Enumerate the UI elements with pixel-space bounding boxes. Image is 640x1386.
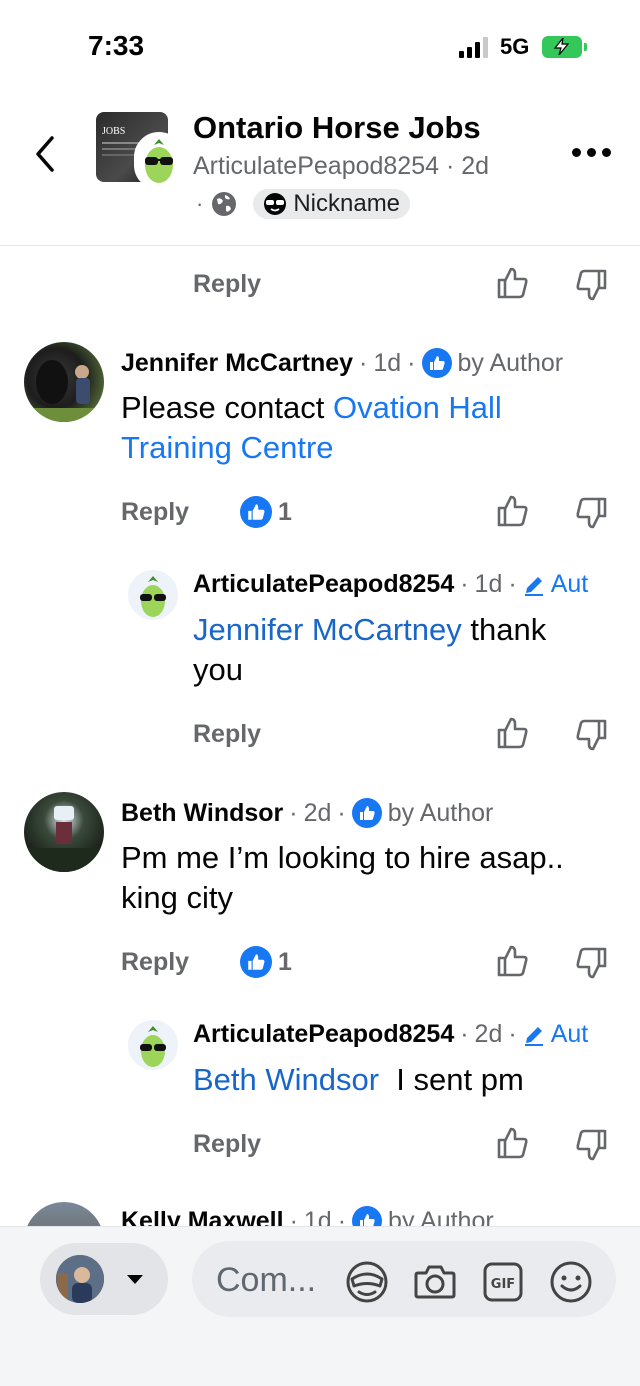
globe-icon: [212, 192, 237, 216]
comment-composer: Com... GIF: [0, 1226, 640, 1386]
upvote-icon[interactable]: [495, 716, 529, 750]
meta-separator: ·: [196, 191, 204, 216]
author-label: Aut: [550, 570, 589, 598]
post-meta-line-2: · Nickname: [196, 188, 411, 220]
signal-strength-icon: [459, 36, 491, 58]
downvote-icon[interactable]: [575, 1128, 609, 1162]
status-bar: 7:33 5G: [0, 0, 640, 96]
commenter-name[interactable]: Beth Windsor: [121, 799, 283, 828]
mention-link[interactable]: Training Centre: [121, 430, 334, 465]
by-author-label: by Author: [457, 348, 564, 377]
mention-link[interactable]: Ovation Hall: [333, 390, 502, 425]
comment-text: Pm me I’m looking to hire asap.. king ci…: [121, 840, 564, 915]
nickname-label: Nickname: [293, 190, 401, 217]
thumbs-up-badge-icon: [421, 348, 452, 378]
comment-actions: Reply: [193, 264, 261, 304]
camera-icon[interactable]: [412, 1259, 458, 1305]
comment-header: Beth Windsor · 2d · by Author: [121, 798, 494, 828]
upvote-icon[interactable]: [495, 944, 529, 978]
comment-header: ArticulatePeapod8254 · 2d · Aut: [193, 1020, 589, 1049]
comment-text: Jennifer McCartney thank you: [193, 612, 547, 687]
reply-button[interactable]: Reply: [193, 1130, 261, 1159]
chevron-down-icon: [127, 1275, 143, 1284]
downvote-icon[interactable]: [575, 946, 609, 980]
like-count: 1: [240, 942, 292, 982]
post-header: JOBS Ontario Horse Jobs ArticulatePeapod…: [0, 96, 640, 246]
mention-link[interactable]: Jennifer McCartney: [193, 612, 462, 647]
pencil-icon: [524, 1026, 543, 1046]
post-meta: ArticulatePeapod8254 · 2d: [193, 152, 489, 181]
comment-header: ArticulatePeapod8254 · 1d · Aut: [193, 570, 589, 599]
upvote-icon[interactable]: [495, 266, 529, 300]
identity-switcher[interactable]: [40, 1243, 168, 1315]
comment-age: 1d: [474, 570, 503, 598]
reply-button[interactable]: Reply: [193, 720, 261, 749]
back-arrow-icon[interactable]: [30, 134, 60, 174]
upvote-icon[interactable]: [495, 1126, 529, 1160]
commenter-avatar[interactable]: [24, 792, 104, 872]
comment-actions: Reply: [193, 1124, 261, 1164]
network-label: 5G: [500, 34, 530, 59]
commenter-avatar[interactable]: [128, 570, 178, 620]
comment-text: Beth Windsor I sent pm: [193, 1062, 524, 1097]
reply-button[interactable]: Reply: [121, 948, 189, 977]
like-count-value: 1: [278, 947, 292, 976]
comment-actions: Reply: [121, 492, 189, 532]
meta-separator: ·: [445, 152, 455, 180]
downvote-icon[interactable]: [575, 718, 609, 752]
poster-avatar[interactable]: [134, 132, 184, 190]
comment-actions: Reply: [121, 942, 189, 982]
user-avatar: [56, 1255, 104, 1303]
comment-placeholder: Com...: [216, 1261, 317, 1299]
commenter-name[interactable]: Jennifer McCartney: [121, 349, 353, 378]
commenter-avatar[interactable]: [128, 1020, 178, 1070]
thumbs-up-badge-icon: [351, 798, 382, 828]
mention-link[interactable]: Beth Windsor: [193, 1062, 379, 1097]
battery-charging-icon: [542, 36, 587, 58]
thumbs-up-badge-icon: [240, 946, 272, 978]
sunglasses-icon: [264, 193, 287, 215]
svg-text:GIF: GIF: [491, 1277, 515, 1292]
thumb-label: JOBS: [102, 126, 126, 137]
like-count: 1: [240, 492, 292, 532]
upvote-icon[interactable]: [495, 494, 529, 528]
group-title[interactable]: Ontario Horse Jobs: [193, 110, 481, 146]
comment-input[interactable]: Com... GIF: [192, 1241, 616, 1317]
by-author-label: by Author: [387, 798, 494, 827]
reply-button[interactable]: Reply: [121, 498, 189, 527]
commenter-name[interactable]: ArticulatePeapod8254: [193, 570, 454, 599]
downvote-icon[interactable]: [575, 268, 609, 302]
downvote-icon[interactable]: [575, 496, 609, 530]
comment-actions: Reply: [193, 714, 261, 754]
pencil-icon: [524, 576, 543, 596]
gif-icon[interactable]: GIF: [480, 1259, 526, 1305]
comment-age: 1d: [373, 348, 402, 377]
thumbs-up-badge-icon: [240, 496, 272, 528]
more-options-icon[interactable]: [572, 148, 612, 160]
commenter-name[interactable]: ArticulatePeapod8254: [193, 1020, 454, 1049]
comment-header: Jennifer McCartney · 1d · by Author: [121, 348, 564, 378]
comment-age: 2d: [474, 1020, 503, 1048]
comment-text: Please contact Ovation Hall Training Cen…: [121, 390, 502, 465]
like-count-value: 1: [278, 497, 292, 526]
post-age: 2d: [461, 152, 490, 180]
comment-age: 2d: [303, 798, 332, 827]
reply-button[interactable]: Reply: [193, 270, 261, 299]
author-label: Aut: [550, 1020, 589, 1048]
status-time: 7:33: [88, 30, 145, 61]
smiley-icon[interactable]: [548, 1259, 594, 1305]
commenter-avatar[interactable]: [24, 342, 104, 422]
poster-name[interactable]: ArticulatePeapod8254: [193, 152, 439, 180]
nickname-pill[interactable]: Nickname: [253, 189, 411, 219]
face-mask-icon[interactable]: [344, 1259, 390, 1305]
